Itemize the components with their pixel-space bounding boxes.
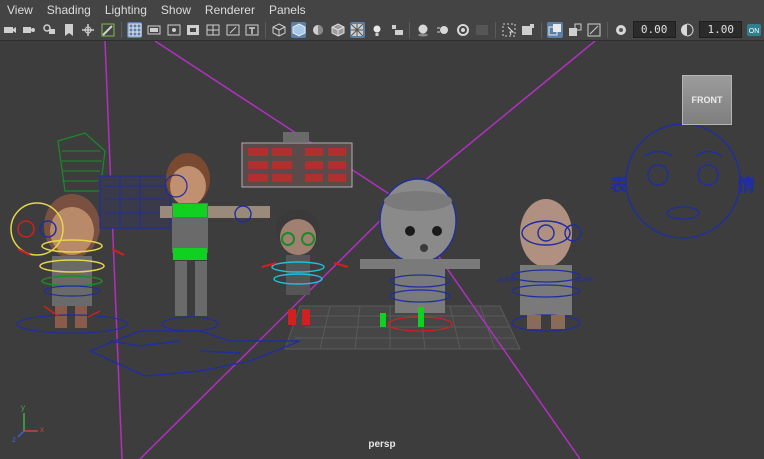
color-management-icon[interactable]: ON bbox=[746, 22, 762, 38]
svg-text:ON: ON bbox=[749, 28, 760, 35]
character-bald-boy[interactable] bbox=[511, 199, 582, 332]
floor-arrow-controls[interactable] bbox=[88, 330, 301, 377]
resolution-gate-icon[interactable] bbox=[166, 22, 182, 38]
isolate-select-icon[interactable] bbox=[501, 22, 517, 38]
axis-gizmo bbox=[17, 413, 38, 438]
facial-control-board[interactable] bbox=[241, 132, 353, 188]
safe-title-icon[interactable] bbox=[244, 22, 260, 38]
camera-attributes-icon[interactable] bbox=[22, 22, 38, 38]
wireframe-on-shaded-icon[interactable] bbox=[330, 22, 346, 38]
use-all-lights-icon[interactable] bbox=[369, 22, 385, 38]
menu-panels[interactable]: Panels bbox=[262, 3, 313, 17]
toolbar-divider bbox=[541, 21, 543, 38]
gate-mask-icon[interactable] bbox=[186, 22, 202, 38]
image-plane-icon[interactable] bbox=[61, 22, 77, 38]
exposure-icon[interactable] bbox=[613, 22, 629, 38]
toolbar-divider bbox=[607, 21, 609, 38]
shadows-icon[interactable] bbox=[389, 22, 405, 38]
depth-of-field-icon[interactable] bbox=[474, 22, 490, 38]
safe-action-icon[interactable] bbox=[225, 22, 241, 38]
menu-shading[interactable]: Shading bbox=[40, 3, 98, 17]
character-boy-left[interactable] bbox=[10, 132, 171, 334]
ikfk-label-left: IK/FK bbox=[498, 277, 516, 284]
toolbar-divider bbox=[265, 21, 267, 38]
motion-blur-icon[interactable] bbox=[435, 22, 451, 38]
face-expression-rig[interactable] bbox=[625, 123, 741, 239]
gamma-field[interactable]: 1.00 bbox=[699, 21, 743, 38]
component-display-icon[interactable] bbox=[567, 22, 583, 38]
xray-active-components-icon[interactable] bbox=[547, 21, 563, 38]
xray-joints-icon[interactable] bbox=[521, 22, 537, 38]
menu-view[interactable]: View bbox=[0, 3, 40, 17]
axis-y-label: y bbox=[21, 403, 25, 412]
camera-name-label: persp bbox=[368, 439, 396, 450]
toolbar-divider bbox=[409, 21, 411, 38]
film-gate-icon[interactable] bbox=[146, 22, 162, 38]
view-cube[interactable]: FRONT bbox=[682, 75, 732, 125]
anti-aliasing-icon[interactable] bbox=[455, 22, 471, 38]
camera-select-icon[interactable] bbox=[2, 22, 18, 38]
face-rig-label-left: 表 bbox=[610, 176, 627, 196]
axis-x-label: x bbox=[40, 425, 44, 434]
wireframe-icon[interactable] bbox=[271, 22, 287, 38]
gamma-icon[interactable] bbox=[680, 22, 696, 38]
field-chart-icon[interactable] bbox=[205, 22, 221, 38]
scene-canvas[interactable] bbox=[0, 41, 764, 459]
face-rig-label-right: 情 bbox=[738, 176, 755, 196]
screen-space-ambient-occlusion-icon[interactable] bbox=[415, 22, 431, 38]
gate-toggle-icon[interactable] bbox=[586, 22, 602, 38]
grid-icon[interactable] bbox=[126, 21, 143, 38]
perspective-viewport[interactable]: 表 情 IK/FK IK/FK FRONT x y z persp bbox=[0, 41, 764, 459]
smooth-shade-all-icon[interactable] bbox=[290, 21, 307, 38]
2d-pan-zoom-icon[interactable] bbox=[81, 22, 97, 38]
grease-pencil-icon[interactable] bbox=[100, 22, 116, 38]
xray-icon[interactable] bbox=[349, 21, 366, 38]
menu-lighting[interactable]: Lighting bbox=[98, 3, 154, 17]
menu-renderer[interactable]: Renderer bbox=[198, 3, 262, 17]
bookmark-icon[interactable] bbox=[41, 22, 57, 38]
use-default-material-icon[interactable] bbox=[310, 22, 326, 38]
toolbar-divider bbox=[494, 21, 496, 38]
menu-show[interactable]: Show bbox=[154, 3, 198, 17]
viewport-toolbar: 0.00 1.00 ON bbox=[0, 19, 764, 41]
exposure-field[interactable]: 0.00 bbox=[632, 21, 676, 38]
ikfk-label-right: IK/FK bbox=[576, 277, 594, 284]
toolbar-divider bbox=[120, 21, 122, 38]
viewport-menubar: View Shading Lighting Show Renderer Pane… bbox=[0, 0, 764, 19]
